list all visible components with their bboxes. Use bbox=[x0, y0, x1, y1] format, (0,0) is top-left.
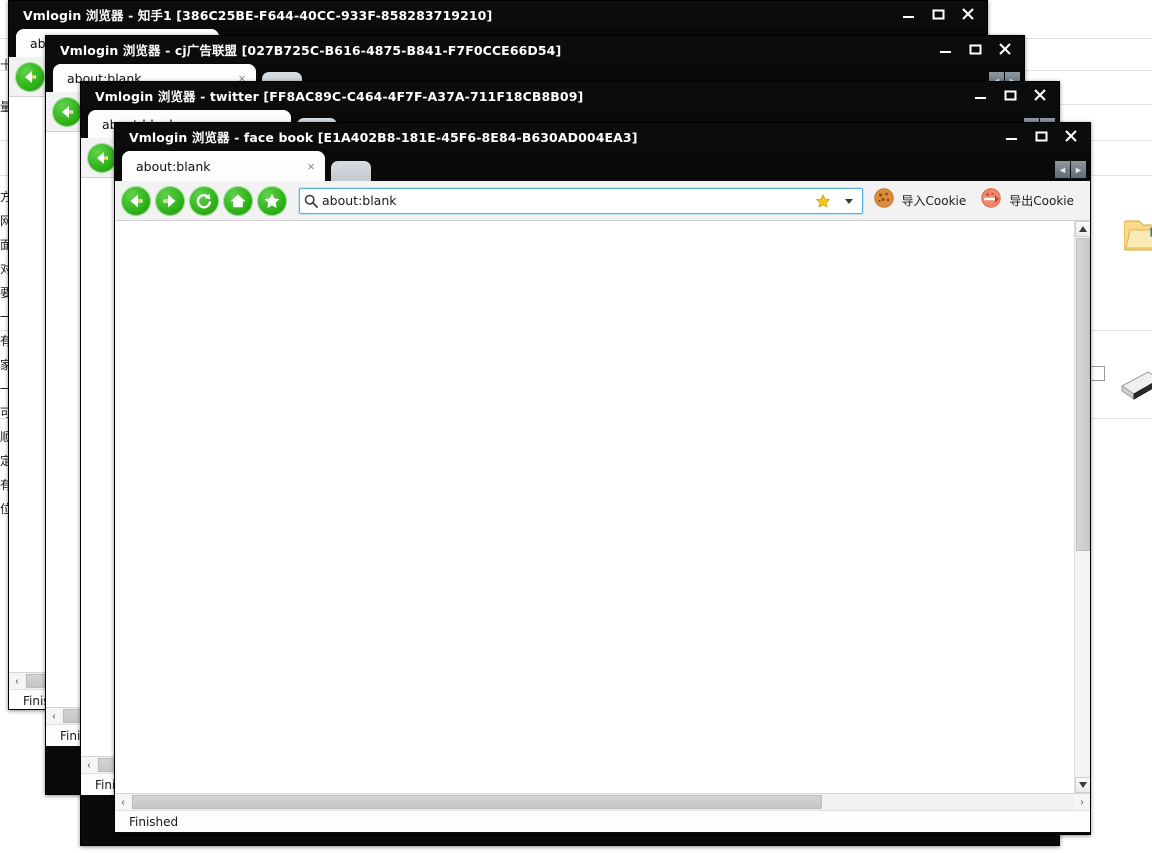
titlebar[interactable]: Vmlogin 浏览器 - face book [E1A402B8-181E-4… bbox=[115, 123, 1090, 149]
bg-checkbox[interactable] bbox=[1090, 366, 1105, 381]
favorites-button[interactable] bbox=[257, 185, 287, 216]
tab-label: about:blank bbox=[136, 158, 211, 174]
status-text: Finished bbox=[129, 814, 179, 829]
import-cookie-button[interactable]: 导入Cookie bbox=[869, 186, 977, 216]
close-button[interactable] bbox=[1056, 125, 1086, 147]
disk-drive-icon[interactable] bbox=[1118, 368, 1152, 402]
minimize-button[interactable] bbox=[930, 38, 960, 60]
tab-scroll-right[interactable]: ► bbox=[1071, 161, 1086, 178]
close-button[interactable] bbox=[990, 38, 1020, 60]
scroll-down-arrow[interactable] bbox=[1075, 777, 1090, 793]
cookie-export-icon bbox=[980, 187, 1002, 214]
forward-button[interactable] bbox=[155, 185, 185, 216]
minimize-button[interactable] bbox=[996, 125, 1026, 147]
back-button[interactable] bbox=[87, 142, 117, 173]
scroll-left-arrow[interactable]: ‹ bbox=[46, 708, 62, 724]
desktop-stage: 十 量 方 网 面 对 要 一 有 家 一 可 顺 定 有 位 Vmlogin … bbox=[0, 0, 1152, 853]
window-controls bbox=[996, 123, 1086, 149]
scroll-up-arrow[interactable] bbox=[1075, 221, 1090, 237]
page-content bbox=[115, 221, 1090, 793]
vertical-scrollbar[interactable] bbox=[1074, 221, 1090, 793]
back-button[interactable] bbox=[15, 61, 45, 92]
scroll-left-arrow[interactable]: ‹ bbox=[115, 794, 131, 810]
horizontal-scrollbar[interactable]: ‹ › bbox=[115, 793, 1090, 810]
tab-strip[interactable]: about:blank × ◄ ► bbox=[115, 149, 1090, 181]
cookie-icon bbox=[873, 187, 895, 214]
refresh-button[interactable] bbox=[189, 185, 219, 216]
scroll-left-arrow[interactable]: ‹ bbox=[81, 757, 97, 773]
back-button[interactable] bbox=[52, 96, 82, 127]
address-input[interactable]: about:blank bbox=[322, 193, 810, 208]
minimize-button[interactable] bbox=[893, 3, 923, 25]
scroll-right-arrow[interactable]: › bbox=[1074, 794, 1090, 810]
maximize-button[interactable] bbox=[995, 84, 1025, 106]
close-icon[interactable]: × bbox=[303, 158, 319, 174]
titlebar[interactable]: Vmlogin 浏览器 - twitter [FF8AC89C-C464-4F7… bbox=[81, 82, 1059, 108]
back-button[interactable] bbox=[121, 185, 151, 216]
browser-window-facebook[interactable]: Vmlogin 浏览器 - face book [E1A402B8-181E-4… bbox=[114, 122, 1091, 835]
new-tab-button[interactable] bbox=[331, 161, 371, 181]
close-button[interactable] bbox=[953, 3, 983, 25]
window-title: Vmlogin 浏览器 - twitter [FF8AC89C-C464-4F7… bbox=[95, 88, 584, 104]
window-controls bbox=[930, 36, 1020, 62]
status-bar: Finished bbox=[115, 810, 1090, 832]
address-bar[interactable]: about:blank bbox=[299, 187, 863, 214]
window-controls bbox=[965, 82, 1055, 108]
export-cookie-button[interactable]: 导出Cookie bbox=[976, 186, 1084, 216]
home-button[interactable] bbox=[223, 185, 253, 216]
minimize-button[interactable] bbox=[965, 84, 995, 106]
search-icon bbox=[300, 194, 322, 208]
window-title: Vmlogin 浏览器 - cj广告联盟 [027B725C-B616-4875… bbox=[60, 42, 562, 58]
tab-scroll-left[interactable]: ◄ bbox=[1055, 161, 1070, 178]
chevron-down-icon[interactable] bbox=[836, 195, 862, 207]
vscroll-thumb[interactable] bbox=[1076, 238, 1090, 551]
tab-scroll-controls[interactable]: ◄ ► bbox=[1055, 161, 1086, 178]
toolbar[interactable]: about:blank bbox=[115, 181, 1090, 221]
scroll-left-arrow[interactable]: ‹ bbox=[9, 673, 25, 689]
star-filled-icon[interactable] bbox=[810, 193, 836, 209]
window-title: Vmlogin 浏览器 - 知手1 [386C25BE-F644-40CC-93… bbox=[23, 7, 493, 23]
tab-about-blank[interactable]: about:blank × bbox=[122, 151, 325, 181]
close-button[interactable] bbox=[1025, 84, 1055, 106]
maximize-button[interactable] bbox=[1026, 125, 1056, 147]
titlebar[interactable]: Vmlogin 浏览器 - 知手1 [386C25BE-F644-40CC-93… bbox=[9, 1, 987, 27]
maximize-button[interactable] bbox=[960, 38, 990, 60]
maximize-button[interactable] bbox=[923, 3, 953, 25]
titlebar[interactable]: Vmlogin 浏览器 - cj广告联盟 [027B725C-B616-4875… bbox=[46, 36, 1024, 62]
export-cookie-label: 导出Cookie bbox=[1009, 194, 1074, 208]
import-cookie-label: 导入Cookie bbox=[901, 194, 967, 208]
window-title: Vmlogin 浏览器 - face book [E1A402B8-181E-4… bbox=[129, 129, 638, 145]
hscroll-thumb[interactable] bbox=[132, 795, 822, 809]
window-controls bbox=[893, 1, 983, 27]
folder-download-icon[interactable] bbox=[1123, 214, 1152, 252]
